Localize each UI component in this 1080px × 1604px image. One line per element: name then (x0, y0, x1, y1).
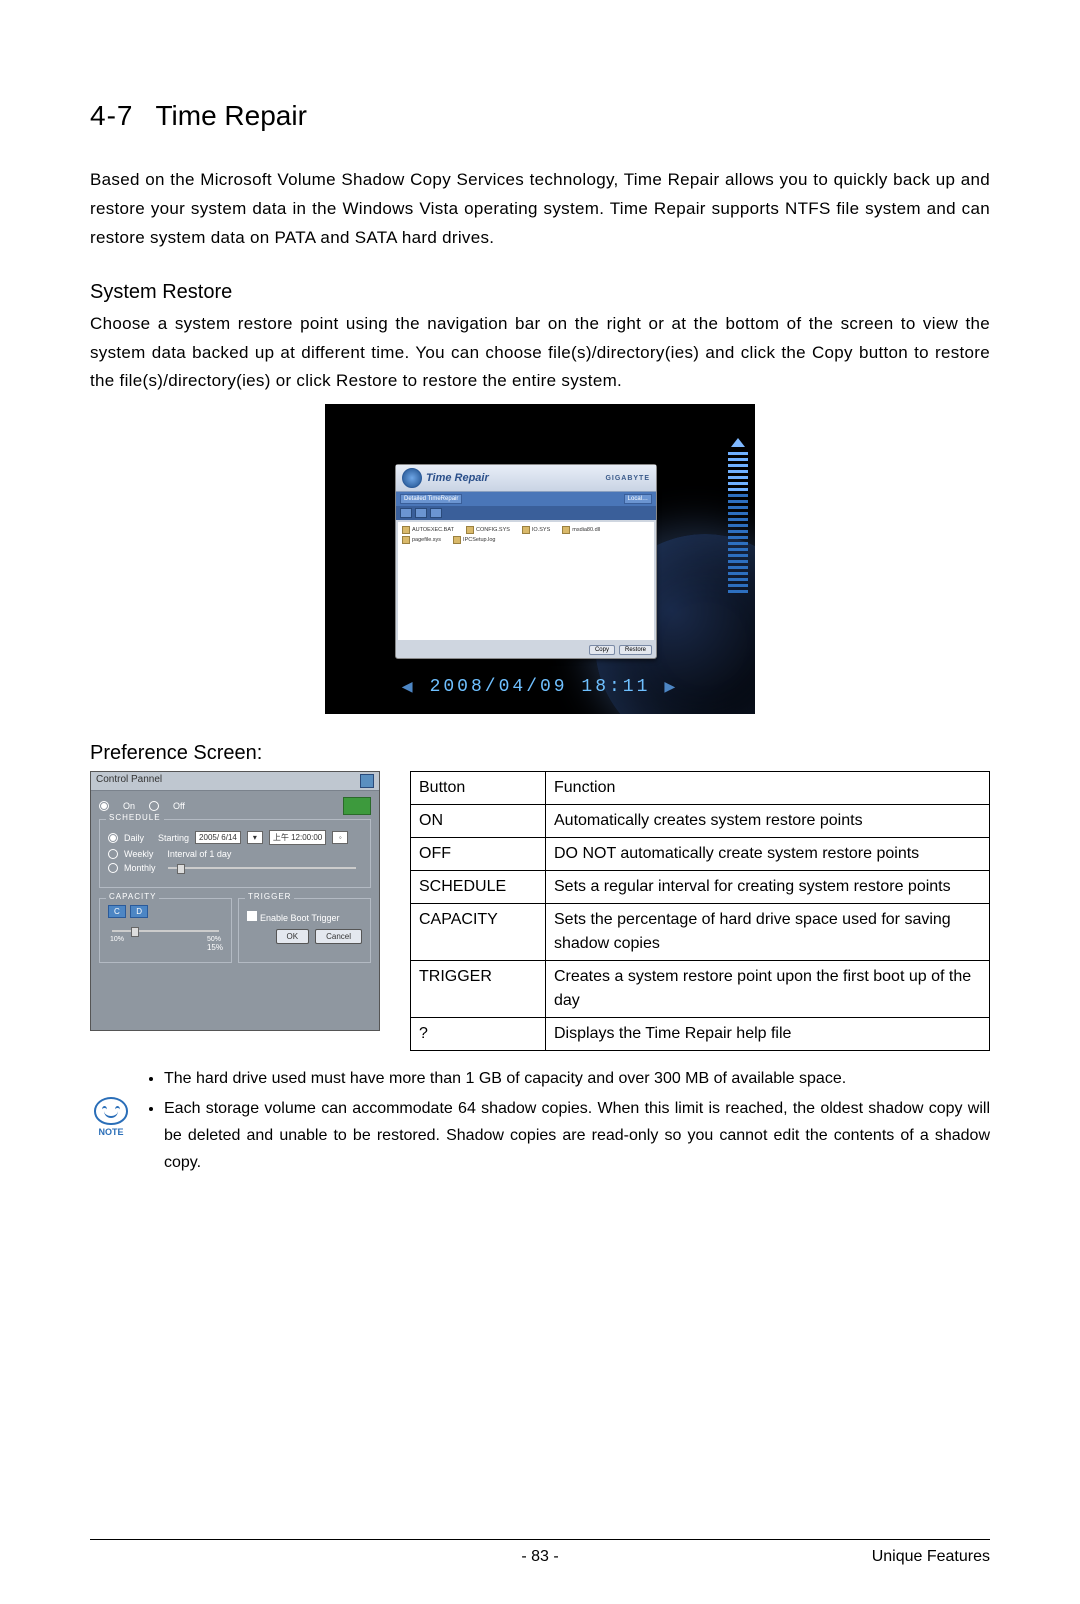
timestamp-nav[interactable]: ◀ 2008/04/09 18:11 ▶ (325, 676, 755, 698)
window-title: Time Repair (426, 472, 489, 484)
list-item: The hard drive used must have more than … (164, 1065, 990, 1092)
capacity-legend: CAPACITY (106, 892, 159, 901)
restore-button[interactable]: Restore (619, 645, 652, 655)
drive-c-button[interactable]: C (108, 905, 126, 918)
nav-gauge[interactable] (727, 438, 749, 593)
boot-trigger-label: Enable Boot Trigger (260, 913, 340, 923)
footer-right: Unique Features (872, 1548, 990, 1566)
interval-label: Interval of 1 day (167, 849, 231, 859)
cap-max: 50% (207, 936, 221, 943)
date-input[interactable]: 2005/ 6/14 (195, 831, 241, 844)
drive-dropdown[interactable]: Local… (624, 494, 652, 504)
weekly-label: Weekly (124, 849, 153, 859)
file-item[interactable]: AUTOEXEC.BAT (412, 527, 454, 533)
cancel-button[interactable]: Cancel (315, 929, 362, 944)
starting-label: Starting (158, 833, 189, 843)
icon-toolbar[interactable] (396, 506, 656, 520)
table-row: ONAutomatically creates system restore p… (411, 805, 990, 838)
interval-slider[interactable] (168, 867, 356, 869)
file-icon (522, 526, 530, 534)
system-restore-heading: System Restore (90, 281, 990, 304)
table-row: CAPACITYSets the percentage of hard driv… (411, 904, 990, 961)
file-icon (402, 536, 410, 544)
drive-d-button[interactable]: D (130, 905, 148, 918)
tool-icon[interactable] (430, 508, 442, 518)
sr-text-c: to restore the entire system. (398, 371, 622, 390)
prev-arrow-icon[interactable]: ◀ (402, 676, 416, 698)
date-picker-icon[interactable]: ▾ (247, 831, 263, 844)
time-repair-screenshot: Time Repair GIGABYTE Detailed TimeRepair… (325, 404, 755, 714)
on-radio[interactable] (99, 801, 109, 811)
preference-screenshot: Control Pannel On Off SCHEDULE Daily Sta… (90, 771, 380, 1031)
file-icon (466, 526, 474, 534)
section-title: Time Repair (155, 100, 306, 132)
daily-label: Daily (124, 833, 144, 843)
file-icon (402, 526, 410, 534)
capacity-slider[interactable] (112, 930, 219, 932)
time-input[interactable]: 上午 12:00:00 (269, 830, 326, 845)
off-label: Off (173, 801, 185, 811)
table-row: OFFDO NOT automatically create system re… (411, 838, 990, 871)
pref-window-title: Control Pannel (96, 774, 162, 788)
note-list: The hard drive used must have more than … (146, 1065, 990, 1178)
monthly-label: Monthly (124, 863, 156, 873)
intro-paragraph: Based on the Microsoft Volume Shadow Cop… (90, 166, 990, 253)
daily-radio[interactable] (108, 833, 118, 843)
monthly-radio[interactable] (108, 863, 118, 873)
note-label: NOTE (98, 1127, 123, 1137)
tool-icon[interactable] (415, 508, 427, 518)
schedule-legend: SCHEDULE (106, 813, 164, 822)
table-row: ?Displays the Time Repair help file (411, 1018, 990, 1051)
next-arrow-icon[interactable]: ▶ (664, 676, 678, 698)
th-button: Button (411, 772, 546, 805)
section-number: 4-7 (90, 100, 133, 132)
th-function: Function (546, 772, 990, 805)
table-row: ButtonFunction (411, 772, 990, 805)
page-number: - 83 - (521, 1548, 558, 1566)
file-pane[interactable]: AUTOEXEC.BAT CONFIG.SYS IO.SYS msdia80.d… (398, 522, 654, 640)
file-item[interactable]: CONFIG.SYS (476, 527, 510, 533)
time-repair-window: Time Repair GIGABYTE Detailed TimeRepair… (395, 464, 657, 659)
copy-button[interactable]: Copy (589, 645, 615, 655)
footer-rule (90, 1539, 990, 1540)
toolbar-label: Detailed TimeRepair (400, 494, 462, 504)
help-button[interactable] (343, 797, 371, 815)
clock-icon (402, 468, 422, 488)
file-item[interactable]: IPCSetup.log (463, 537, 495, 543)
cap-min: 10% (110, 936, 124, 943)
file-item[interactable]: IO.SYS (532, 527, 550, 533)
gauge-up-icon[interactable] (731, 438, 745, 447)
brand-label: GIGABYTE (605, 475, 650, 482)
time-stepper-icon[interactable]: ◦ (332, 831, 348, 844)
table-row: SCHEDULESets a regular interval for crea… (411, 871, 990, 904)
preference-heading: Preference Screen: (90, 742, 990, 765)
weekly-radio[interactable] (108, 849, 118, 859)
off-radio[interactable] (149, 801, 159, 811)
file-item[interactable]: pagefile.sys (412, 537, 441, 543)
file-item[interactable]: msdia80.dll (572, 527, 600, 533)
help-icon[interactable] (360, 774, 374, 788)
system-restore-text: Choose a system restore point using the … (90, 310, 990, 397)
list-item: Each storage volume can accommodate 64 s… (164, 1095, 990, 1177)
file-icon (453, 536, 461, 544)
timestamp-label: 2008/04/09 18:11 (430, 677, 651, 697)
cap-value: 15% (108, 943, 223, 952)
file-icon (562, 526, 570, 534)
restore-word: Restore (336, 371, 398, 390)
ok-button[interactable]: OK (276, 929, 310, 944)
function-table: ButtonFunction ONAutomatically creates s… (410, 771, 990, 1051)
boot-trigger-checkbox[interactable] (247, 911, 257, 921)
table-row: TRIGGERCreates a system restore point up… (411, 961, 990, 1018)
copy-word: Copy (812, 343, 853, 362)
note-icon: NOTE (90, 1097, 132, 1137)
tool-icon[interactable] (400, 508, 412, 518)
on-label: On (123, 801, 135, 811)
trigger-legend: TRIGGER (245, 892, 294, 901)
